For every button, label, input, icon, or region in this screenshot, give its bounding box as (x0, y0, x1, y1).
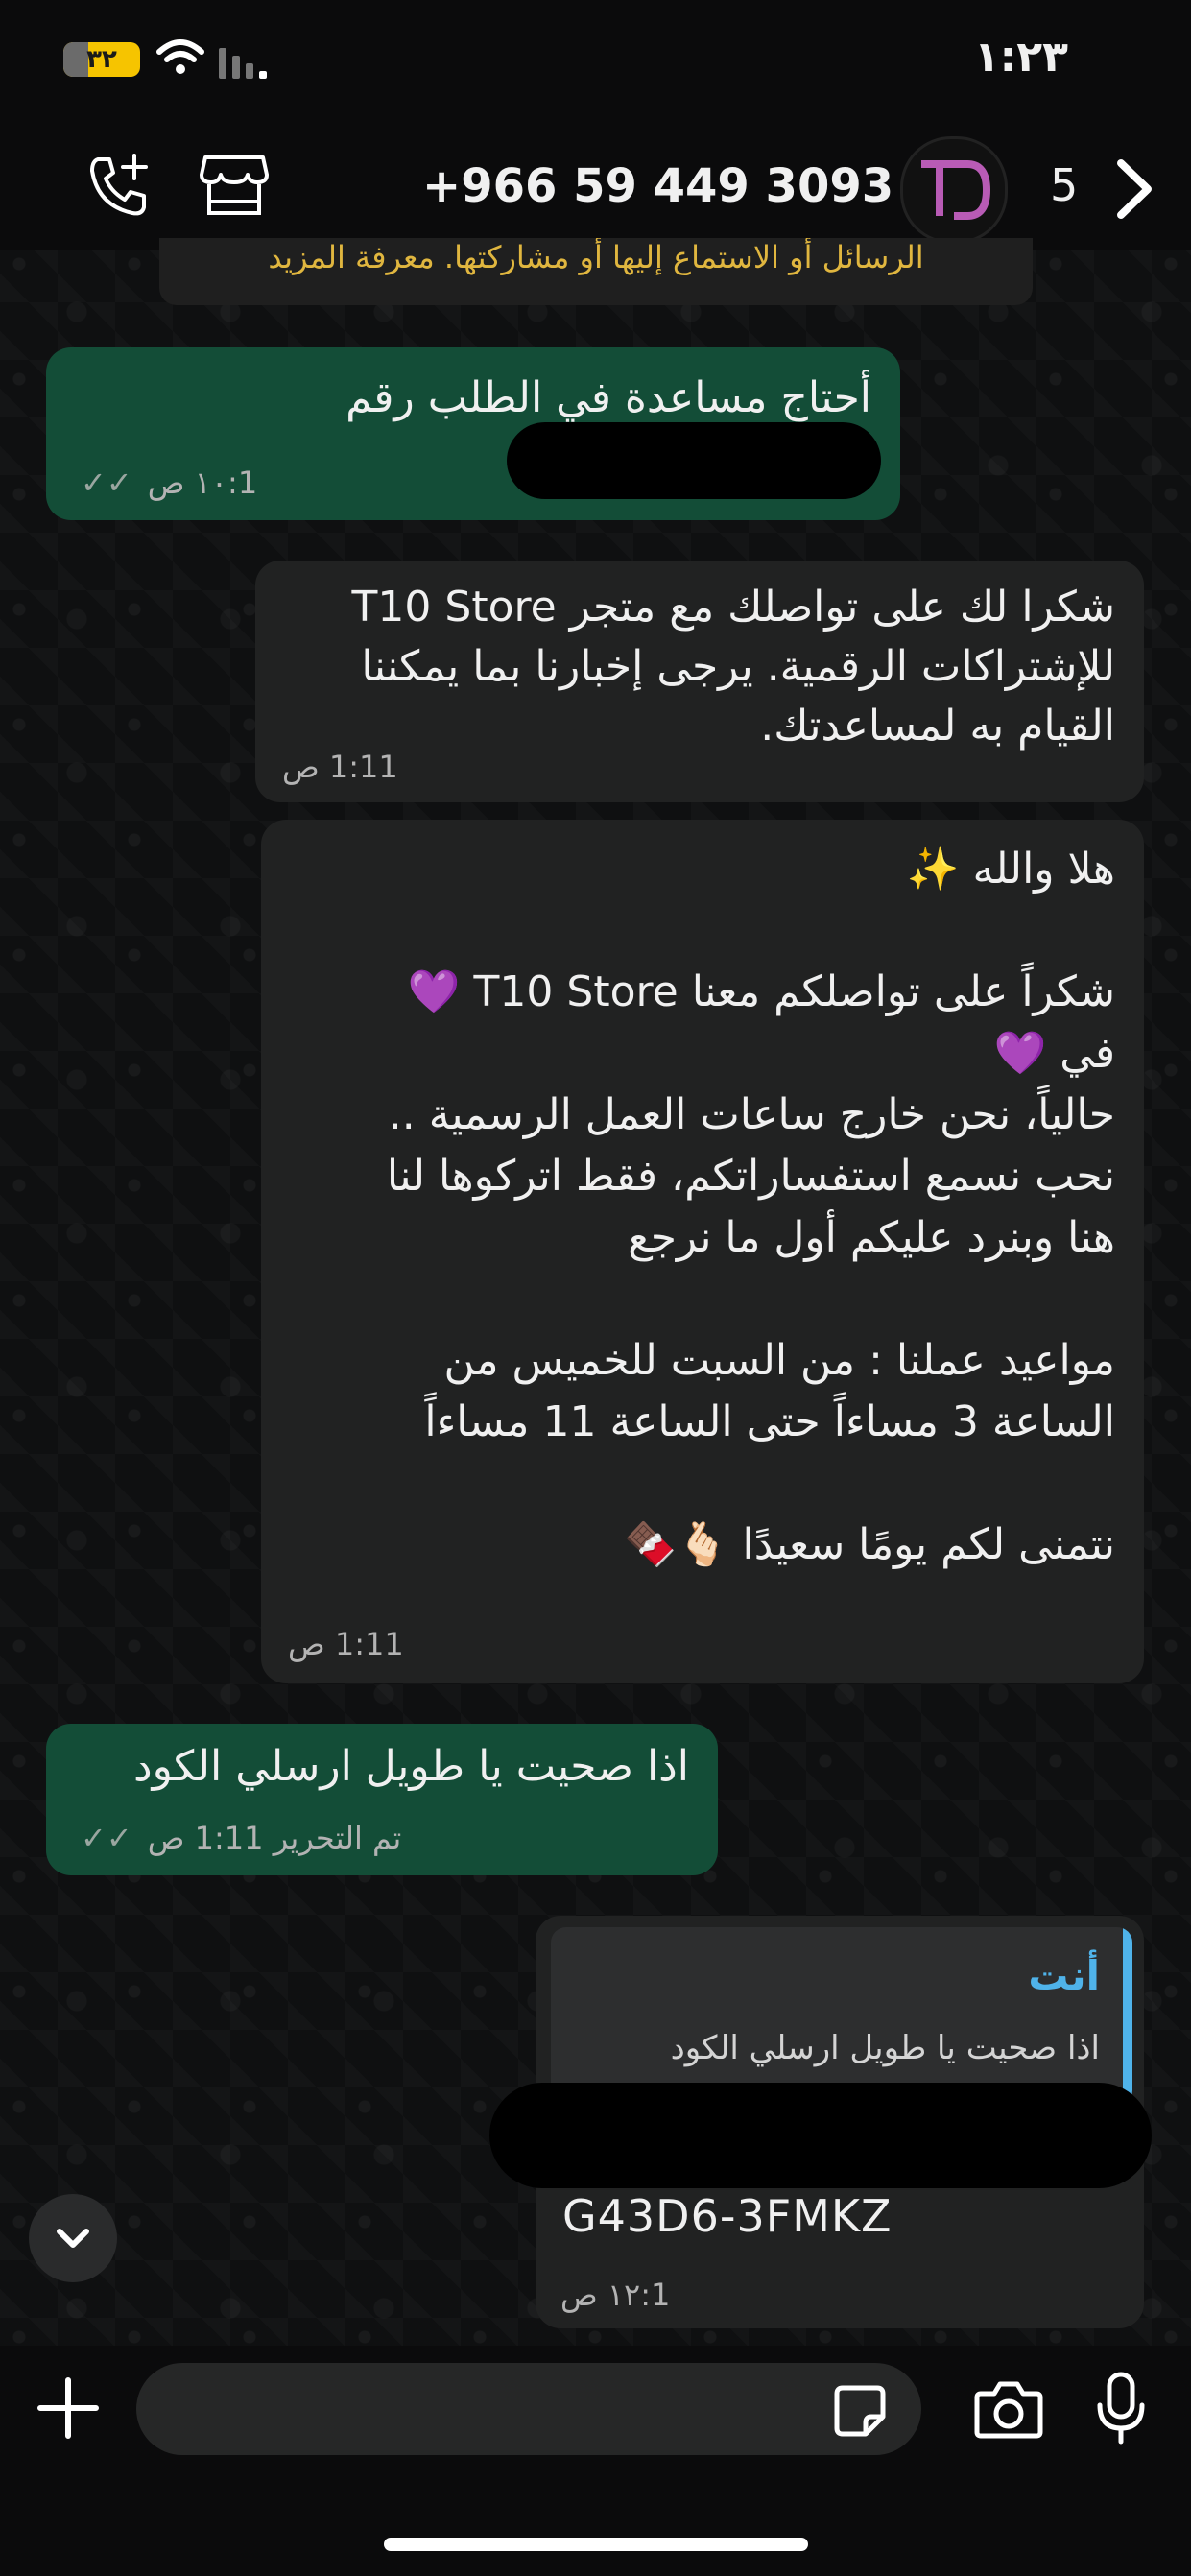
double-check-icon: ✓✓ (81, 1820, 132, 1856)
chevron-right-icon[interactable] (1113, 157, 1157, 225)
message-time: 1:11 ص (147, 1820, 264, 1856)
message-text: شكرا لك على تواصلك مع متجر T10 Store للإ… (338, 583, 1115, 751)
chat-header: +966 59 449 3093 5 (0, 125, 1191, 250)
encryption-notice[interactable]: الرسائل أو الاستماع إليها أو مشاركتها. م… (159, 238, 1033, 305)
quoted-reply[interactable]: أنت اذا صحيت يا طويل ارسلي الكود (551, 1927, 1132, 2106)
sticker-icon[interactable] (833, 2384, 887, 2442)
message-bubble-outgoing[interactable]: اذا صحيت يا طويل ارسلي الكود تم التحرير … (46, 1724, 718, 1875)
battery-icon: ٣٢ (63, 42, 140, 77)
message-time: 1:١٠ ص (147, 465, 258, 501)
status-time: ١:٢٣ (973, 33, 1068, 82)
reply-text: اذا صحيت يا طويل ارسلي الكود (670, 2029, 1100, 2067)
message-input[interactable] (136, 2363, 921, 2455)
avatar[interactable] (900, 136, 1008, 244)
catalog-store-icon[interactable] (200, 154, 269, 221)
unread-count[interactable]: 5 (1050, 159, 1078, 211)
message-bubble-outgoing[interactable]: أحتاج مساعدة في الطلب رقم # 1:١٠ ص ✓✓ (46, 347, 900, 520)
signal-icon (217, 42, 274, 84)
message-text: هلا والله ✨ شكراً على تواصلكم معنا T10 S… (386, 845, 1115, 1569)
message-meta: 1:11 ص (288, 1626, 404, 1662)
reply-accent-bar (1123, 1927, 1132, 2106)
edited-label: تم التحرير (273, 1820, 402, 1856)
message-time: 1:11 ص (288, 1626, 404, 1662)
message-meta: 1:١٢ ص (560, 2277, 670, 2313)
message-text: G43D6-3FMKZ (562, 2190, 893, 2242)
battery-level: ٣٢ (86, 45, 117, 74)
message-bubble-incoming[interactable]: هلا والله ✨ شكراً على تواصلكم معنا T10 S… (261, 820, 1144, 1683)
home-indicator[interactable] (384, 2538, 808, 2551)
message-meta: 1:11 ص (282, 749, 398, 785)
chevron-down-icon (57, 2229, 89, 2248)
message-text: اذا صحيت يا طويل ارسلي الكود (132, 1742, 689, 1791)
message-bubble-incoming[interactable]: شكرا لك على تواصلك مع متجر T10 Store للإ… (255, 561, 1144, 802)
message-meta: 1:١٠ ص ✓✓ (81, 465, 257, 501)
add-call-icon[interactable] (84, 152, 154, 225)
status-bar: ٣٢ ١:٢٣ (0, 0, 1191, 125)
microphone-icon[interactable] (1094, 2371, 1148, 2451)
redaction (489, 2083, 1152, 2188)
reply-author: أنت (1028, 1952, 1100, 1999)
plus-icon[interactable] (35, 2374, 102, 2445)
message-time: 1:١٢ ص (560, 2277, 671, 2313)
message-time: 1:11 ص (282, 749, 398, 785)
camera-icon[interactable] (973, 2380, 1044, 2444)
wifi-icon (155, 38, 205, 81)
contact-name[interactable]: +966 59 449 3093 (422, 159, 893, 213)
notice-text: الرسائل أو الاستماع إليها أو مشاركتها. م… (268, 239, 924, 275)
double-check-icon: ✓✓ (81, 465, 132, 501)
composer-bar (0, 2346, 1191, 2576)
redaction (507, 422, 881, 499)
message-meta: تم التحرير 1:11 ص ✓✓ (81, 1820, 401, 1856)
scroll-down-button[interactable] (29, 2194, 117, 2282)
